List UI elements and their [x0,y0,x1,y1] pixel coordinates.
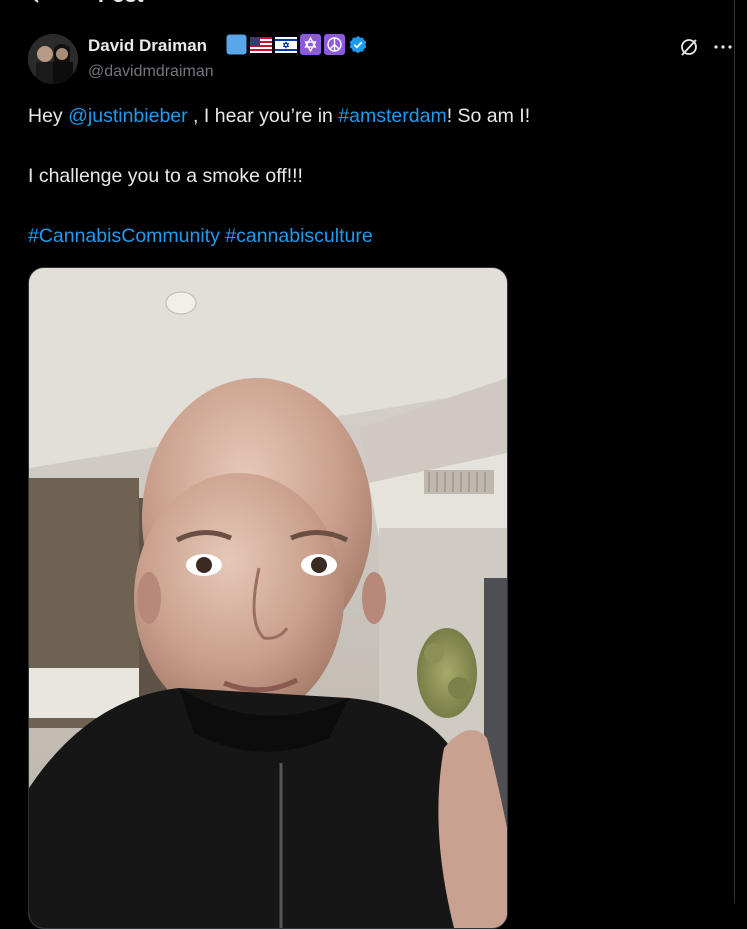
post-text-line-3: #CannabisCommunity #cannabisculture [28,224,373,248]
author-badges [226,34,368,60]
post-text-line-1: Hey @justinbieber , I hear you’re in #am… [28,104,530,128]
page-title: Post [98,0,144,8]
author-handle[interactable]: @davidmdraiman [88,62,214,82]
us-flag-icon [250,36,272,58]
star-of-david-icon [300,34,321,60]
peace-symbol-icon [324,34,345,60]
avatar[interactable] [28,34,78,84]
text-end: ! So am I! [446,105,531,127]
column-divider [734,0,735,903]
hashtag-cannabiscommunity-link[interactable]: #CannabisCommunity [28,225,220,247]
greeting-text: Hey [28,105,69,127]
hashtag-amsterdam-link[interactable]: #amsterdam [338,105,446,127]
blue-square-icon [226,34,247,60]
mention-link[interactable]: @justinbieber [68,105,188,127]
verified-badge-icon[interactable] [348,35,368,60]
back-arrow-icon[interactable] [24,0,44,6]
post-image[interactable] [28,267,508,929]
hashtag-cannabisculture-link[interactable]: #cannabisculture [225,225,372,247]
text-mid: , I hear you’re in [187,105,339,127]
author-display-name[interactable]: David Draiman [88,36,207,56]
post-text-line-2: I challenge you to a smoke off!!! [28,165,303,187]
israel-flag-icon [275,36,297,58]
grok-icon[interactable] [678,36,700,58]
more-options-icon[interactable] [712,37,734,59]
